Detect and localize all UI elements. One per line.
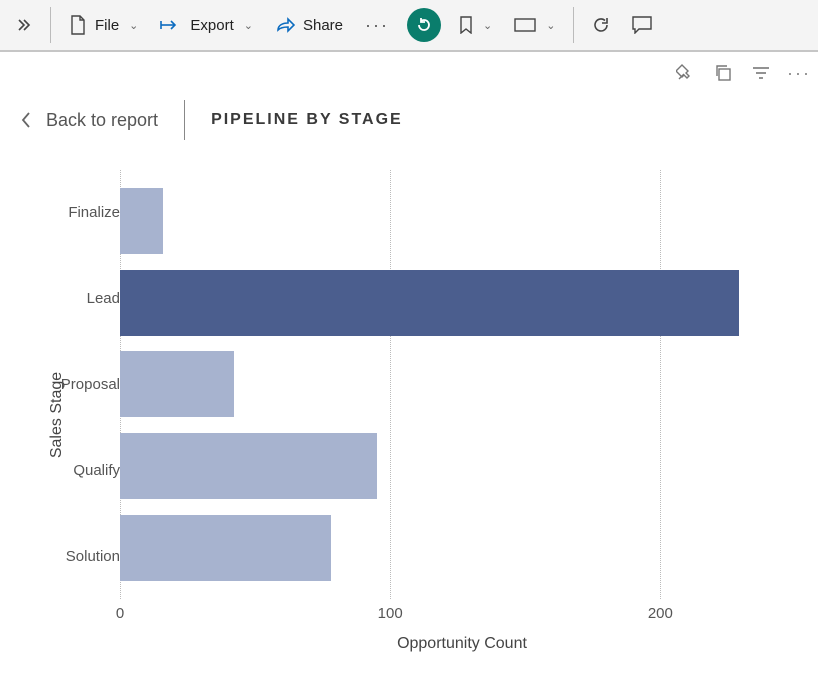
y-axis-ticks: Finalize Lead Proposal Qualify Solution — [48, 170, 120, 599]
separator — [50, 7, 51, 43]
filter-button[interactable] — [750, 62, 772, 84]
reset-button[interactable] — [401, 7, 447, 43]
comments-button[interactable] — [622, 7, 662, 43]
file-label: File — [95, 17, 119, 34]
separator — [573, 7, 574, 43]
more-options-button[interactable]: ··· — [788, 62, 810, 84]
share-button[interactable]: Share — [265, 7, 353, 43]
bar-qualify[interactable] — [120, 433, 804, 499]
x-axis-ticks: 0 100 200 — [120, 605, 804, 625]
bookmark-menu[interactable]: ⌄ — [449, 7, 502, 43]
view-menu[interactable]: ⌄ — [504, 7, 565, 43]
rectangle-icon — [514, 18, 536, 32]
app-toolbar: File ⌄ Export ⌄ Share ··· ⌄ ⌄ — [0, 0, 818, 52]
plot-area — [120, 170, 804, 599]
ellipsis-icon: ··· — [365, 15, 389, 36]
chart-title: Pipeline by Stage — [211, 111, 403, 129]
bar-solution[interactable] — [120, 515, 804, 581]
back-to-report-button[interactable]: Back to report — [20, 110, 158, 131]
bar-proposal[interactable] — [120, 351, 804, 417]
export-label: Export — [190, 17, 233, 34]
chevron-right-double-icon — [16, 17, 32, 33]
x-tick: 100 — [378, 605, 403, 622]
x-tick: 200 — [648, 605, 673, 622]
chart-area: Sales Stage Finalize Lead Proposal Quali… — [20, 170, 804, 659]
y-tick: Lead — [48, 290, 120, 307]
bar-finalize[interactable] — [120, 188, 804, 254]
refresh-button[interactable] — [582, 7, 620, 43]
visual-actions: ··· — [674, 62, 810, 84]
undo-icon — [415, 16, 433, 34]
export-icon — [160, 16, 182, 34]
more-menu[interactable]: ··· — [355, 7, 399, 43]
pin-button[interactable] — [674, 62, 696, 84]
share-icon — [275, 16, 295, 34]
y-tick: Finalize — [48, 204, 120, 221]
copy-button[interactable] — [712, 62, 734, 84]
refresh-icon — [592, 16, 610, 34]
file-icon — [69, 15, 87, 35]
back-label: Back to report — [46, 110, 158, 131]
bars-container — [120, 170, 804, 599]
chevron-down-icon: ⌄ — [546, 19, 555, 32]
reset-circle — [407, 8, 441, 42]
x-tick: 0 — [116, 605, 124, 622]
chevron-down-icon: ⌄ — [129, 19, 138, 32]
comment-icon — [632, 16, 652, 34]
visual-header: Back to report Pipeline by Stage — [20, 100, 798, 140]
chevron-down-icon: ⌄ — [483, 19, 492, 32]
chevron-down-icon: ⌄ — [244, 19, 253, 32]
bar-lead[interactable] — [120, 270, 804, 336]
y-tick: Proposal — [48, 376, 120, 393]
chevron-left-icon — [20, 111, 32, 129]
y-tick: Qualify — [48, 462, 120, 479]
expand-ribbon-button[interactable] — [6, 7, 42, 43]
file-menu[interactable]: File ⌄ — [59, 7, 148, 43]
x-axis-label: Opportunity Count — [120, 635, 804, 653]
y-tick: Solution — [48, 548, 120, 565]
separator — [184, 100, 185, 140]
share-label: Share — [303, 17, 343, 34]
bookmark-icon — [459, 16, 473, 34]
export-menu[interactable]: Export ⌄ — [150, 7, 263, 43]
